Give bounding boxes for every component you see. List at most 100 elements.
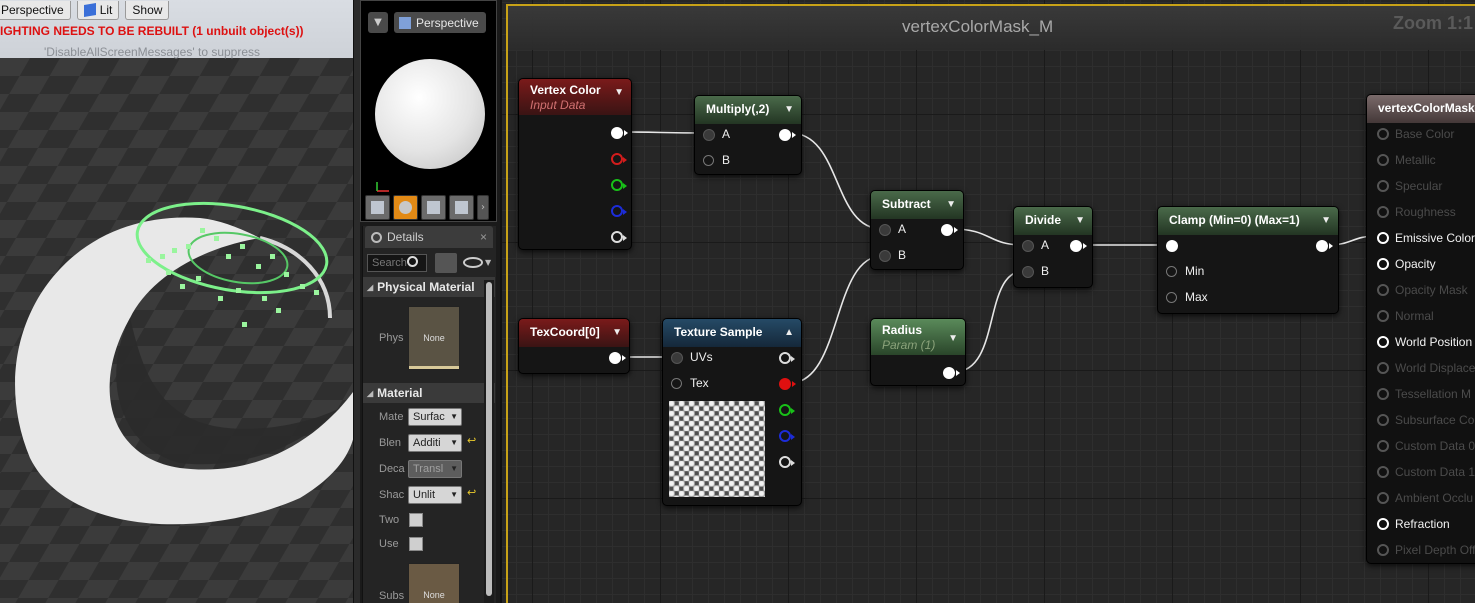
output-pin-b[interactable] <box>779 430 795 442</box>
material-section[interactable]: ◢ Material <box>363 383 495 403</box>
cube-shape-button[interactable] <box>449 195 474 220</box>
input-pin[interactable] <box>1377 518 1389 530</box>
two-sided-checkbox[interactable] <box>409 513 423 527</box>
input-pin[interactable] <box>1377 154 1389 166</box>
collapse-arrow-icon[interactable]: ▼ <box>948 333 958 344</box>
result-input-row[interactable]: Specular <box>1377 179 1442 193</box>
preview-perspective-button[interactable]: Perspective <box>394 12 486 33</box>
lit-button[interactable]: Lit <box>76 0 120 20</box>
physical-material-section[interactable]: ◢ Physical Material <box>363 277 495 297</box>
collapse-arrow-icon[interactable]: ▲ <box>784 327 794 338</box>
eye-dropdown-icon[interactable]: ▼ <box>485 258 491 267</box>
input-pin[interactable] <box>1377 232 1389 244</box>
reset-to-default-icon[interactable]: ↩ <box>467 434 476 447</box>
viewport-scene[interactable] <box>0 58 356 603</box>
node-clamp[interactable]: Clamp (Min=0) (Max=1) ▼ Min Max <box>1157 206 1339 314</box>
input-pin[interactable] <box>1377 336 1389 348</box>
result-input-row[interactable]: World Position <box>1377 335 1472 349</box>
node-vertex-color[interactable]: Vertex Color Input Data ▼ <box>518 78 632 250</box>
node-header[interactable]: Subtract ▼ <box>871 191 963 219</box>
collapse-arrow-icon[interactable]: ▼ <box>1321 215 1331 226</box>
node-header[interactable]: Vertex Color Input Data ▼ <box>519 79 631 115</box>
show-button[interactable]: Show <box>125 0 170 20</box>
view-options-grid-icon[interactable] <box>435 253 457 273</box>
node-header[interactable]: Multiply(,2) ▼ <box>695 96 801 124</box>
result-input-row[interactable]: Roughness <box>1377 205 1456 219</box>
node-material-result[interactable]: vertexColorMask Base Color Metallic Specul… <box>1366 94 1475 564</box>
collapse-arrow-icon[interactable]: ▼ <box>614 87 624 98</box>
input-pin[interactable] <box>1377 310 1389 322</box>
viewport-splitter[interactable] <box>353 0 360 603</box>
node-header[interactable]: Clamp (Min=0) (Max=1) ▼ <box>1158 207 1338 235</box>
more-shapes-button[interactable]: › <box>477 195 489 220</box>
result-input-row[interactable]: Normal <box>1377 309 1434 323</box>
result-input-row[interactable]: Base Color <box>1377 127 1454 141</box>
cylinder-shape-button[interactable] <box>365 195 390 220</box>
result-input-row[interactable]: Subsurface Co <box>1377 413 1474 427</box>
plane-shape-button[interactable] <box>421 195 446 220</box>
collapse-arrow-icon[interactable]: ▼ <box>784 104 794 115</box>
node-header[interactable]: TexCoord[0] ▼ <box>519 319 629 347</box>
output-pin[interactable] <box>943 367 960 379</box>
subsurface-thumbnail[interactable]: None <box>408 563 460 603</box>
output-pin[interactable] <box>609 352 626 364</box>
input-pin[interactable] <box>1377 258 1389 270</box>
result-input-row[interactable]: Pixel Depth Off <box>1377 543 1475 557</box>
scroll-thumb[interactable] <box>486 282 492 596</box>
output-pin-b[interactable] <box>611 205 627 217</box>
result-input-row[interactable]: World Displace <box>1377 361 1475 375</box>
node-header[interactable]: Radius Param (1) ▼ <box>871 319 965 355</box>
node-divide[interactable]: Divide ▼ A B <box>1013 206 1093 288</box>
input-pin-min[interactable] <box>1166 266 1177 277</box>
output-pin-g[interactable] <box>611 179 627 191</box>
output-pin-a[interactable] <box>611 231 627 243</box>
close-tab-icon[interactable]: × <box>480 230 487 244</box>
node-texcoord[interactable]: TexCoord[0] ▼ <box>518 318 630 374</box>
output-pin-rgb[interactable] <box>611 127 628 139</box>
result-input-row[interactable]: Metallic <box>1377 153 1436 167</box>
node-header[interactable]: Texture Sample ▲ <box>663 319 801 347</box>
input-pin-b[interactable] <box>703 155 714 166</box>
input-pin[interactable] <box>1377 128 1389 140</box>
output-pin-r[interactable] <box>779 378 796 390</box>
details-scrollbar[interactable] <box>484 280 494 603</box>
input-pin[interactable] <box>1166 240 1178 252</box>
input-pin-b[interactable] <box>879 250 891 262</box>
output-pin[interactable] <box>941 224 958 236</box>
input-pin-a[interactable] <box>1022 240 1034 252</box>
input-pin[interactable] <box>1377 362 1389 374</box>
input-pin[interactable] <box>1377 180 1389 192</box>
input-pin-tex[interactable] <box>671 378 682 389</box>
input-pin-uvs[interactable] <box>671 352 683 364</box>
output-pin-r[interactable] <box>611 153 627 165</box>
node-header[interactable]: Divide ▼ <box>1014 207 1092 235</box>
result-input-row[interactable]: Tessellation M <box>1377 387 1471 401</box>
output-pin-g[interactable] <box>779 404 795 416</box>
sphere-shape-button[interactable] <box>393 195 418 220</box>
node-subtract[interactable]: Subtract ▼ A B <box>870 190 964 270</box>
reset-to-default-icon[interactable]: ↩ <box>467 486 476 499</box>
output-pin[interactable] <box>779 129 796 141</box>
material-graph[interactable]: vertexColorMask_M Zoom 1:1 Vertex Color … <box>500 0 1475 603</box>
node-radius[interactable]: Radius Param (1) ▼ <box>870 318 966 386</box>
shading-model-combo[interactable]: Unlit <box>408 486 462 504</box>
node-texture-sample[interactable]: Texture Sample ▲ UVs Tex <box>662 318 802 506</box>
result-input-row[interactable]: Custom Data 0 <box>1377 439 1475 453</box>
input-pin[interactable] <box>1377 466 1389 478</box>
node-multiply[interactable]: Multiply(,2) ▼ A B <box>694 95 802 175</box>
material-preview[interactable]: ▼ Perspective › <box>360 0 497 222</box>
input-pin-max[interactable] <box>1166 292 1177 303</box>
use-checkbox[interactable] <box>409 537 423 551</box>
details-search-input[interactable]: Search <box>367 254 427 272</box>
material-domain-combo[interactable]: Surfac <box>408 408 462 426</box>
result-input-row[interactable]: Opacity Mask <box>1377 283 1468 297</box>
input-pin-a[interactable] <box>703 129 715 141</box>
result-input-row[interactable]: Ambient Occlu <box>1377 491 1473 505</box>
input-pin-a[interactable] <box>879 224 891 236</box>
output-pin[interactable] <box>1070 240 1087 252</box>
preview-options-button[interactable]: ▼ <box>368 12 388 33</box>
output-pin-rgb[interactable] <box>779 352 795 364</box>
result-input-row[interactable]: Opacity <box>1377 257 1436 271</box>
blend-mode-combo[interactable]: Additi <box>408 434 462 452</box>
input-pin[interactable] <box>1377 492 1389 504</box>
